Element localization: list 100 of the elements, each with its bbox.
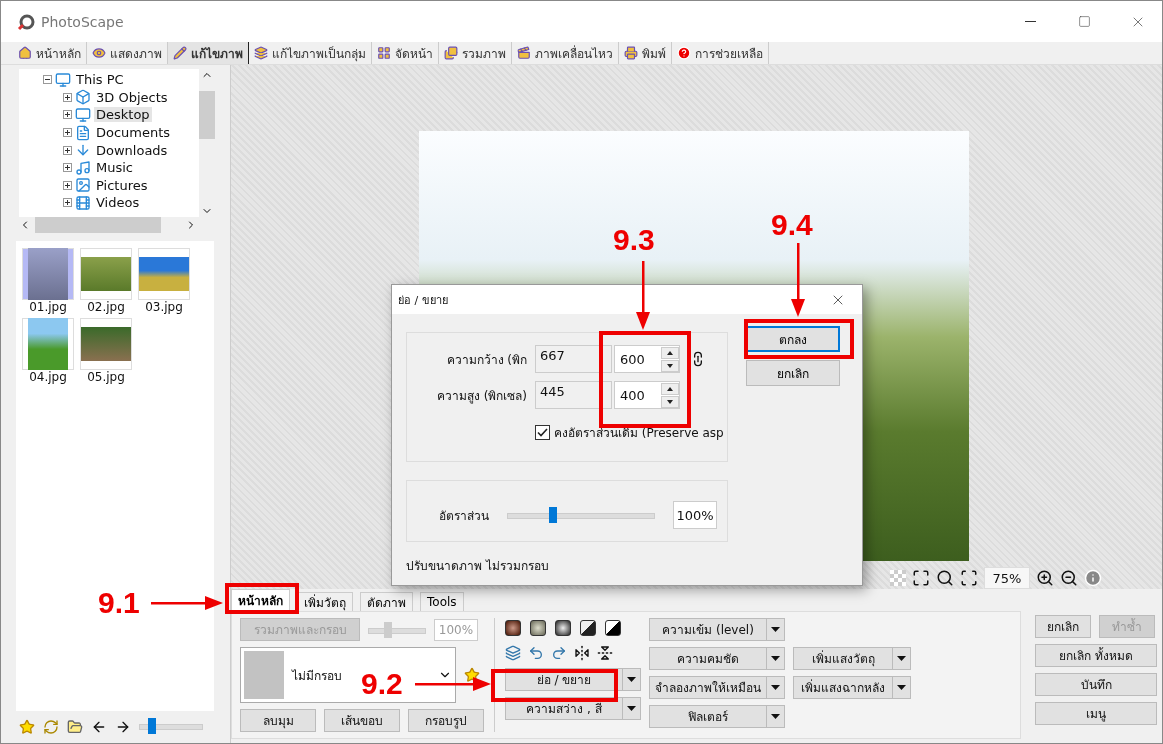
scroll-thumb[interactable] <box>199 91 215 139</box>
height-input[interactable]: 400 <box>614 381 680 409</box>
frame-button[interactable]: เส้นขอบ <box>324 709 400 732</box>
spin-up-button[interactable] <box>661 346 679 359</box>
star-icon[interactable] <box>19 719 35 735</box>
expander-icon[interactable] <box>63 163 72 173</box>
thumbnail[interactable] <box>80 318 132 370</box>
thumbnail[interactable] <box>22 248 74 300</box>
tab[interactable]: รวมภาพ <box>439 42 512 64</box>
filter-button[interactable]: ความเข้ม (level) <box>649 618 767 641</box>
spin-down-button[interactable] <box>661 359 679 372</box>
flip-horizontal-icon[interactable] <box>574 645 590 661</box>
ratio-field[interactable]: 100% <box>673 501 717 529</box>
layers-icon[interactable] <box>505 645 521 661</box>
effect-icon[interactable] <box>555 620 571 636</box>
dropdown-button[interactable] <box>767 647 785 670</box>
tab[interactable]: Tools <box>420 592 464 611</box>
tab[interactable]: ภาพเคลื่อนไหว <box>512 42 619 64</box>
tree-item[interactable]: 3D Objects <box>94 89 170 105</box>
light-button[interactable]: เพิ่มแสงฉากหลัง <box>793 676 893 699</box>
tab-icon <box>18 46 32 60</box>
dropdown-button[interactable] <box>893 676 911 699</box>
thumbnail[interactable] <box>22 318 74 370</box>
tab[interactable]: หน้าหลัก <box>231 589 290 611</box>
ok-button[interactable]: ตกลง <box>746 326 840 352</box>
expander-icon[interactable] <box>63 110 72 120</box>
thumbnail[interactable] <box>138 248 190 300</box>
dropdown-button[interactable] <box>767 705 785 728</box>
tab[interactable]: ตัดภาพ <box>360 592 413 611</box>
effect-icon[interactable] <box>605 620 621 636</box>
cancel-button[interactable]: ยกเลิก <box>746 360 840 386</box>
info-icon[interactable] <box>1084 569 1102 587</box>
filter-button[interactable]: ฟิลเตอร์ <box>649 705 767 728</box>
frame-button[interactable]: ลบมุม <box>240 709 316 732</box>
spin-up-button[interactable] <box>661 382 679 395</box>
width-input[interactable]: 600 <box>614 345 680 373</box>
save-button[interactable]: บันทึก <box>1035 673 1157 696</box>
filter-button[interactable]: จำลองภาพให้เหมือน <box>649 676 767 699</box>
app-logo-icon <box>17 12 35 31</box>
ratio-slider[interactable] <box>507 506 655 524</box>
folder-icon[interactable] <box>67 719 83 735</box>
tree-item[interactable]: Documents <box>94 125 173 141</box>
checkbox-label: คงอัตราส่วนเดิม (Preserve asp <box>554 425 724 442</box>
star-icon[interactable] <box>464 667 480 683</box>
refresh-icon[interactable] <box>43 719 59 735</box>
zoom-field[interactable]: 75% <box>984 567 1030 589</box>
expander-icon[interactable] <box>63 145 72 155</box>
tab[interactable]: การช่วยเหลือ <box>672 42 769 64</box>
expander-icon[interactable] <box>43 75 52 85</box>
expander-icon[interactable] <box>63 180 72 190</box>
fit-icon[interactable] <box>912 569 930 587</box>
effect-icon[interactable] <box>530 620 546 636</box>
tab[interactable]: เพิ่มวัตถุ <box>297 592 353 611</box>
slider-thumb[interactable] <box>384 621 393 638</box>
zoom-fit-icon[interactable] <box>960 569 978 587</box>
back-icon[interactable] <box>91 719 107 735</box>
scroll-thumb[interactable] <box>35 217 161 233</box>
effect-icon[interactable] <box>580 620 596 636</box>
slider-thumb[interactable] <box>548 507 557 523</box>
tree-item[interactable]: Pictures <box>94 177 150 193</box>
slider-thumb[interactable] <box>147 718 156 734</box>
undo-all-button[interactable]: ยกเลิก ทั้งหมด <box>1035 644 1157 667</box>
tree-item[interactable]: Music <box>94 160 135 176</box>
zoom-in-icon[interactable] <box>1036 569 1054 587</box>
size-slider[interactable] <box>139 717 203 735</box>
expander-icon[interactable] <box>63 198 72 208</box>
filter-button[interactable]: ความคมชัด <box>649 647 767 670</box>
frame-slider[interactable] <box>368 620 426 639</box>
expander-icon[interactable] <box>63 92 72 102</box>
dropdown-button[interactable] <box>767 618 785 641</box>
tab[interactable]: พิมพ์ <box>619 42 672 64</box>
frame-button[interactable]: กรอบรูป <box>408 709 484 732</box>
flip-vertical-icon[interactable] <box>597 645 613 661</box>
tab[interactable]: จัดหน้า <box>372 42 439 64</box>
spin-down-button[interactable] <box>661 395 679 408</box>
dropdown-button[interactable] <box>623 697 641 720</box>
tab[interactable]: แก้ไขภาพเป็นกลุ่ม <box>249 42 372 64</box>
thumbnail[interactable] <box>80 248 132 300</box>
dropdown-button[interactable] <box>623 668 641 691</box>
expander-icon[interactable] <box>63 128 72 138</box>
rotate-right-icon[interactable] <box>551 645 567 661</box>
tree-item[interactable]: Downloads <box>94 142 170 158</box>
dropdown-button[interactable] <box>893 647 911 670</box>
tab[interactable]: แก้ไขภาพ <box>168 42 249 64</box>
frame-name: ไม่มีกรอบ <box>292 667 342 685</box>
checkbox[interactable] <box>535 425 550 440</box>
undo-button[interactable]: ยกเลิก <box>1035 615 1091 638</box>
menu-button[interactable]: เมนู <box>1035 702 1157 725</box>
light-button[interactable]: เพิ่มแสงวัตถุ <box>793 647 893 670</box>
tab[interactable]: หน้าหลัก <box>13 42 87 64</box>
maximize-icon <box>1077 15 1091 28</box>
tree-item[interactable]: Videos <box>94 195 142 211</box>
zoom-out-icon[interactable] <box>1060 569 1078 587</box>
forward-icon[interactable] <box>115 719 131 735</box>
checker-icon[interactable] <box>890 570 906 586</box>
tree-item[interactable]: This PC <box>74 72 126 88</box>
rotate-left-icon[interactable] <box>528 645 544 661</box>
dropdown-button[interactable] <box>767 676 785 699</box>
tree-item[interactable]: Desktop <box>94 107 152 123</box>
caret-icon <box>897 685 906 690</box>
